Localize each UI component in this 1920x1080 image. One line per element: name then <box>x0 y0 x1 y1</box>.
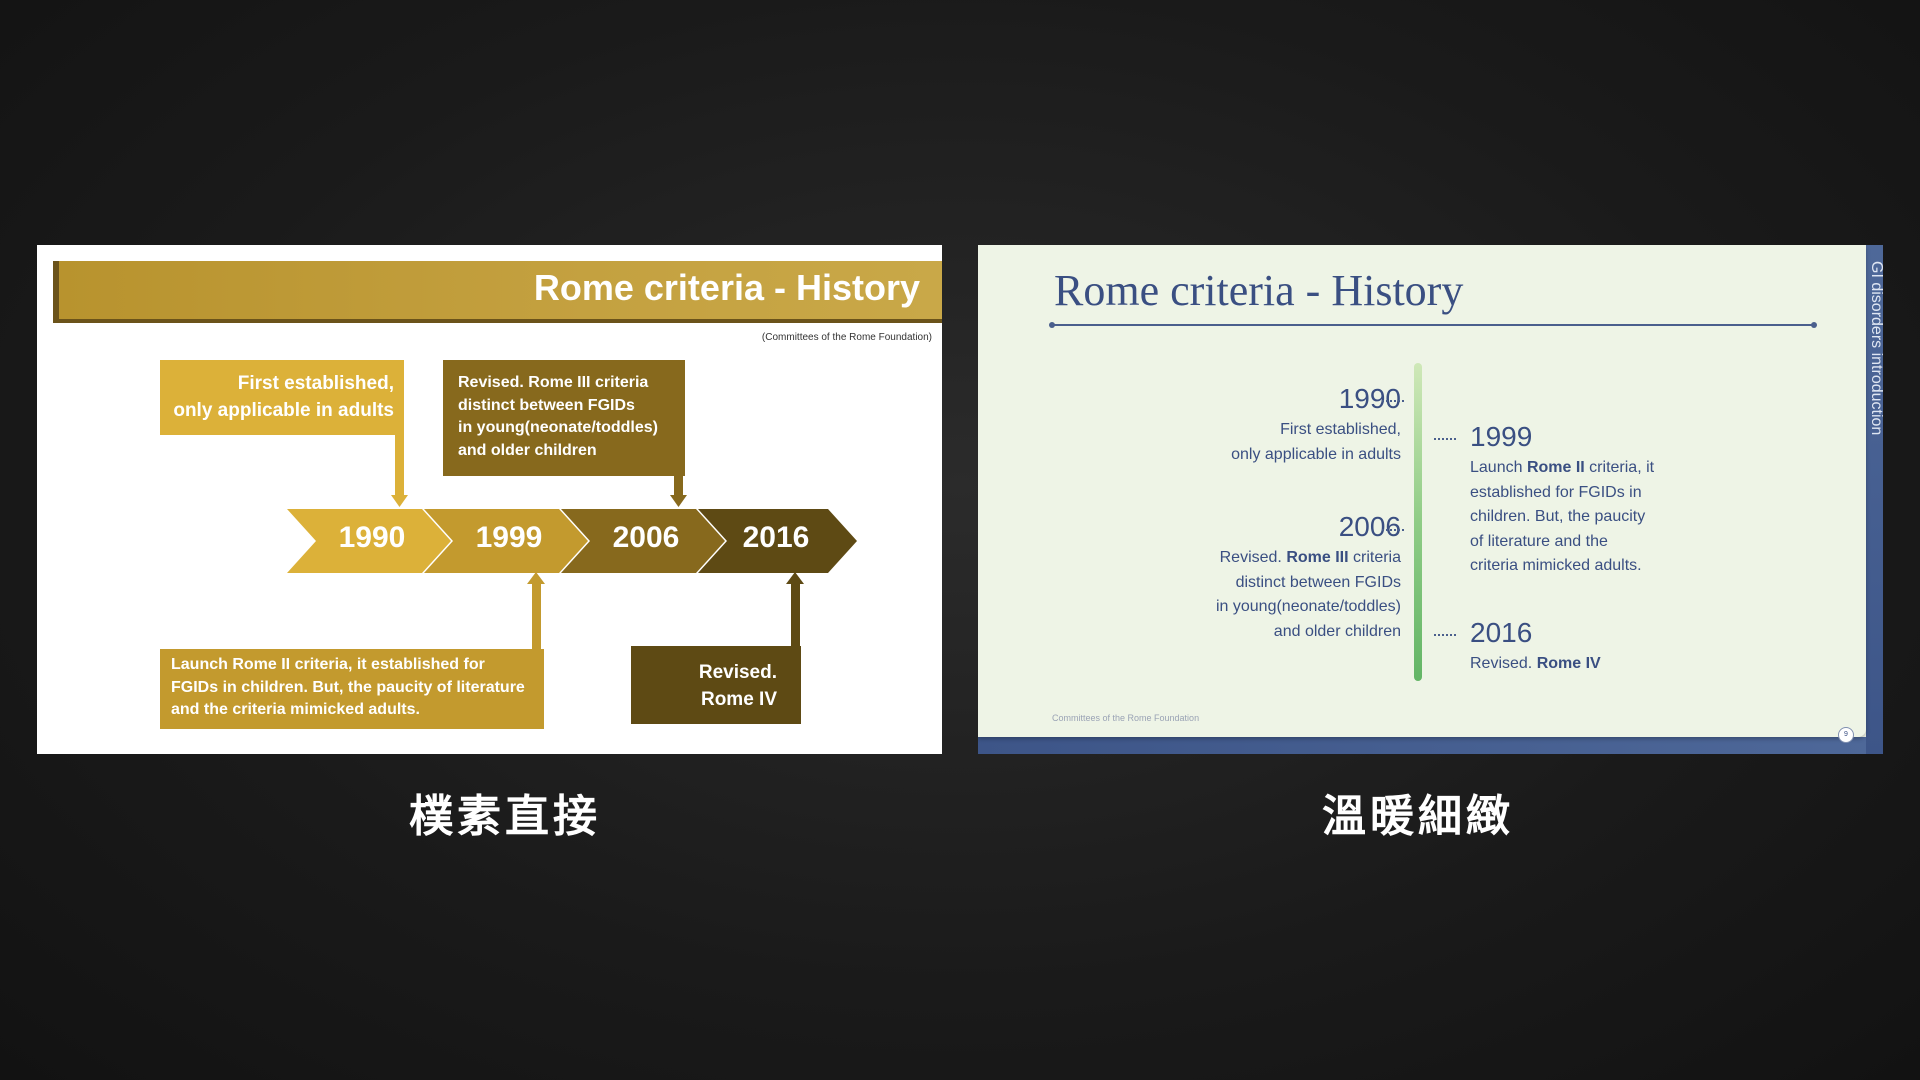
callout-line: and older children <box>458 441 597 459</box>
entry-line: children. But, the paucity <box>1470 508 1646 525</box>
year-label-1999: 1999 <box>475 521 543 554</box>
dotted-connector <box>1434 634 1456 636</box>
entry-line: of literature and the <box>1470 532 1608 550</box>
slide-panel <box>978 245 1866 737</box>
year-2006: 2006 <box>1338 511 1401 542</box>
entry-line: established for FGIDs in <box>1470 483 1642 501</box>
caption-left: 樸素直接 <box>409 791 601 842</box>
connector-1990 <box>391 433 408 507</box>
entry-1999-text: Launch Rome II criteria, it established … <box>1470 456 1654 579</box>
connector-2016 <box>786 572 804 648</box>
dotted-connector <box>1382 400 1404 402</box>
entry-line: First established, <box>1280 421 1401 438</box>
dotted-connector <box>1382 529 1404 531</box>
bold-span: Rome II <box>1526 459 1585 476</box>
connector-2006 <box>670 474 687 507</box>
entry-2016-text: Revised. Rome IV <box>1470 652 1601 677</box>
text-span: Revised. <box>1470 655 1537 672</box>
text-span: criteria <box>1348 549 1401 566</box>
year-label-1990: 1990 <box>338 521 406 554</box>
text-span: Revised. <box>1219 549 1287 566</box>
callout-line: Revised. <box>698 662 777 683</box>
bold-span: Rome III <box>1286 549 1349 566</box>
callout-2016: Revised. Rome IV <box>631 646 801 724</box>
right-slide: Rome criteria - History GI disorders int… <box>978 245 1883 754</box>
dotted-connector <box>1434 438 1456 440</box>
callout-line: FGIDs in children. But, the paucity of l… <box>171 678 525 696</box>
callout-line: distinct between FGIDs <box>458 396 635 414</box>
title-divider <box>1049 322 1817 328</box>
text-span: Launch <box>1470 459 1527 476</box>
callout-line: only applicable in adults <box>173 400 394 421</box>
page-number: 9 <box>1838 727 1854 743</box>
callout-1990: First established, only applicable in ad… <box>160 360 404 435</box>
timeline-line <box>1414 363 1422 681</box>
year-label-2006: 2006 <box>612 521 680 554</box>
text-span: criteria, it <box>1584 459 1655 476</box>
right-slide-title: Rome criteria - History <box>1054 266 1464 315</box>
accent-bar-bottom <box>978 737 1883 754</box>
bold-span: Rome IV <box>1536 655 1601 672</box>
caption-right: 溫暖細緻 <box>1322 791 1514 842</box>
callout-line: and the criteria mimicked adults. <box>171 701 420 718</box>
entry-line: in young(neonate/toddles) <box>1215 598 1401 615</box>
callout-line: Launch Rome II criteria, it established … <box>171 656 485 673</box>
side-label: GI disorders introduction <box>1868 261 1883 436</box>
callout-line: First established, <box>237 373 394 394</box>
entry-line: Launch Rome II criteria, it <box>1470 456 1654 481</box>
callout-line: Revised. Rome III criteria <box>458 374 649 391</box>
callout-2006: Revised. Rome III criteria distinct betw… <box>443 360 685 476</box>
year-label-2016: 2016 <box>742 521 810 554</box>
entry-2006-text: Revised. Rome III criteria distinct betw… <box>1216 546 1401 644</box>
year-1990: 1990 <box>1338 383 1401 414</box>
year-1999: 1999 <box>1470 421 1533 452</box>
entry-1990-text: First established, only applicable in ad… <box>1231 418 1401 467</box>
callout-line: in young(neonate/toddles) <box>458 419 658 436</box>
entry-line: only applicable in adults <box>1231 445 1401 463</box>
callout-line: Rome IV <box>700 689 777 710</box>
entry-line: Revised. Rome IV <box>1470 652 1601 677</box>
connector-1999 <box>527 572 545 651</box>
left-slide: Rome criteria - History (Committees of t… <box>37 245 942 754</box>
right-slide-source: Committees of the Rome Foundation <box>1052 713 1200 723</box>
callout-1999: Launch Rome II criteria, it established … <box>160 649 544 729</box>
entry-line: Revised. Rome III criteria <box>1216 546 1401 571</box>
year-2016: 2016 <box>1470 617 1533 648</box>
entry-line: distinct between FGIDs <box>1235 573 1401 591</box>
entry-line: criteria mimicked adults. <box>1470 557 1642 574</box>
entry-line: and older children <box>1273 622 1401 640</box>
